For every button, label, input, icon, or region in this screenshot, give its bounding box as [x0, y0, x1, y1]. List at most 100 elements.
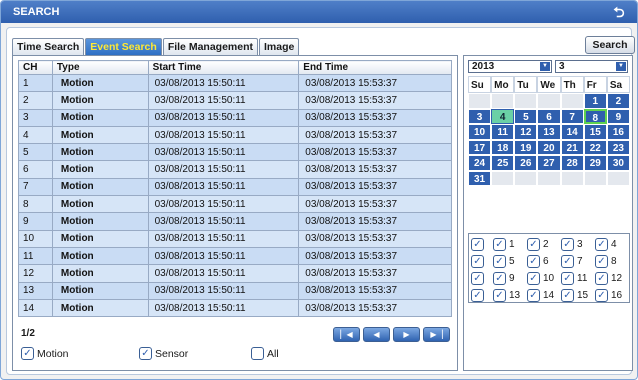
- filter-motion[interactable]: ✓ Motion: [21, 347, 139, 360]
- calendar-day[interactable]: 9: [606, 108, 630, 124]
- back-arrow-icon[interactable]: ⮌: [611, 4, 627, 20]
- table-row[interactable]: 8 Motion 03/08/2013 15:50:11 03/08/2013 15:…: [18, 195, 452, 214]
- calendar-day[interactable]: 28: [560, 155, 584, 171]
- table-row[interactable]: 14 Motion 03/08/2013 15:50:11 03/08/2013 15…: [18, 298, 452, 318]
- skip-last-icon[interactable]: ▶▕: [423, 327, 450, 342]
- tab-file-management[interactable]: File Management: [162, 38, 258, 55]
- calendar-day[interactable]: 30: [606, 155, 630, 171]
- calendar-day[interactable]: 10: [468, 124, 492, 140]
- channel-checkbox-item[interactable]: ✓ 14: [527, 287, 561, 303]
- calendar-day[interactable]: 3: [468, 108, 492, 124]
- column-header-end-time[interactable]: End Time: [298, 60, 452, 75]
- tab-time-search[interactable]: Time Search: [12, 38, 85, 55]
- channel-row-select[interactable]: ✓: [471, 287, 493, 303]
- calendar-day[interactable]: 4: [491, 108, 515, 124]
- channel-checkbox-item[interactable]: ✓ 1: [493, 236, 527, 252]
- channel-checkbox[interactable]: ✓: [595, 254, 608, 268]
- channel-checkbox-item[interactable]: ✓ 9: [493, 270, 527, 286]
- filter-sensor[interactable]: ✓ Sensor: [139, 347, 251, 360]
- channel-row-select[interactable]: ✓: [471, 236, 493, 252]
- table-row[interactable]: 13 Motion 03/08/2013 15:50:11 03/08/2013 15…: [18, 281, 452, 300]
- calendar-day[interactable]: 27: [537, 155, 561, 171]
- calendar-day[interactable]: 7: [560, 108, 584, 124]
- calendar-day[interactable]: 13: [537, 124, 561, 140]
- column-header-type[interactable]: Type: [51, 60, 149, 75]
- channel-checkbox-item[interactable]: ✓ 15: [561, 287, 595, 303]
- calendar-day[interactable]: 16: [606, 124, 630, 140]
- calendar-day[interactable]: 8: [583, 108, 607, 124]
- calendar-day[interactable]: 25: [491, 155, 515, 171]
- calendar-day[interactable]: 22: [583, 139, 607, 155]
- calendar-day[interactable]: 2: [606, 93, 630, 109]
- table-row[interactable]: 6 Motion 03/08/2013 15:50:11 03/08/2013 15:…: [18, 160, 452, 179]
- channel-checkbox[interactable]: ✓: [493, 237, 506, 251]
- tab-event-search[interactable]: Event Search: [85, 38, 162, 55]
- channel-row-select[interactable]: ✓: [471, 253, 493, 269]
- calendar-day[interactable]: 18: [491, 139, 515, 155]
- channel-checkbox[interactable]: ✓: [527, 237, 540, 251]
- channel-checkbox-item[interactable]: ✓ 3: [561, 236, 595, 252]
- channel-checkbox-item[interactable]: ✓ 16: [595, 287, 629, 303]
- tab-image[interactable]: Image: [259, 38, 300, 55]
- calendar-day[interactable]: 20: [537, 139, 561, 155]
- table-row[interactable]: 11 Motion 03/08/2013 15:50:11 03/08/2013 15…: [18, 246, 452, 266]
- checkbox-row-all[interactable]: ✓: [471, 271, 484, 285]
- checkbox-row-all[interactable]: ✓: [471, 288, 484, 302]
- checkbox-row-all[interactable]: ✓: [471, 254, 484, 268]
- calendar-day[interactable]: 12: [514, 124, 538, 140]
- column-header-ch[interactable]: CH: [18, 60, 53, 75]
- calendar-day[interactable]: 17: [468, 139, 492, 155]
- table-row[interactable]: 5 Motion 03/08/2013 15:50:11 03/08/2013 15:…: [18, 143, 452, 162]
- filter-all[interactable]: All: [251, 347, 279, 360]
- calendar-day[interactable]: 21: [560, 139, 584, 155]
- calendar-day[interactable]: 15: [583, 124, 607, 140]
- channel-checkbox-item[interactable]: ✓ 2: [527, 236, 561, 252]
- calendar-day[interactable]: 1: [583, 93, 607, 109]
- calendar-day[interactable]: 31: [468, 170, 492, 186]
- channel-checkbox[interactable]: ✓: [561, 288, 574, 302]
- prev-icon[interactable]: ◀: [363, 327, 390, 342]
- calendar-day[interactable]: 23: [606, 139, 630, 155]
- table-row[interactable]: 3 Motion 03/08/2013 15:50:11 03/08/2013 15:…: [18, 108, 452, 127]
- checkbox-row-all[interactable]: ✓: [471, 237, 484, 251]
- checkbox-all[interactable]: [251, 347, 264, 360]
- year-select[interactable]: 2013 ▼: [468, 60, 552, 73]
- calendar-day[interactable]: 29: [583, 155, 607, 171]
- channel-checkbox-item[interactable]: ✓ 8: [595, 253, 629, 269]
- channel-checkbox[interactable]: ✓: [561, 254, 574, 268]
- calendar-day[interactable]: 11: [491, 124, 515, 140]
- channel-checkbox[interactable]: ✓: [527, 254, 540, 268]
- skip-first-icon[interactable]: ▏◀: [333, 327, 360, 342]
- chevron-down-icon[interactable]: ▼: [616, 62, 626, 71]
- chevron-down-icon[interactable]: ▼: [540, 62, 550, 71]
- calendar-day[interactable]: 5: [514, 108, 538, 124]
- calendar-day[interactable]: 14: [560, 124, 584, 140]
- channel-checkbox[interactable]: ✓: [595, 271, 608, 285]
- channel-checkbox-item[interactable]: ✓ 7: [561, 253, 595, 269]
- calendar-day[interactable]: 6: [537, 108, 561, 124]
- table-row[interactable]: 9 Motion 03/08/2013 15:50:11 03/08/2013 15:…: [18, 212, 452, 231]
- channel-checkbox-item[interactable]: ✓ 10: [527, 270, 561, 286]
- table-row[interactable]: 4 Motion 03/08/2013 15:50:11 03/08/2013 15:…: [18, 125, 452, 145]
- table-row[interactable]: 12 Motion 03/08/2013 15:50:11 03/08/2013 15…: [18, 264, 452, 283]
- calendar-day[interactable]: 26: [514, 155, 538, 171]
- table-row[interactable]: 7 Motion 03/08/2013 15:50:11 03/08/2013 15:…: [18, 177, 452, 197]
- channel-checkbox[interactable]: ✓: [493, 254, 506, 268]
- table-row[interactable]: 2 Motion 03/08/2013 15:50:11 03/08/2013 15:…: [18, 91, 452, 110]
- channel-checkbox[interactable]: ✓: [527, 271, 540, 285]
- search-button[interactable]: Search: [585, 36, 635, 54]
- channel-checkbox-item[interactable]: ✓ 4: [595, 236, 629, 252]
- checkbox-motion[interactable]: ✓: [21, 347, 34, 360]
- channel-checkbox[interactable]: ✓: [561, 237, 574, 251]
- channel-checkbox[interactable]: ✓: [493, 271, 506, 285]
- channel-checkbox-item[interactable]: ✓ 5: [493, 253, 527, 269]
- channel-checkbox-item[interactable]: ✓ 12: [595, 270, 629, 286]
- channel-checkbox[interactable]: ✓: [561, 271, 574, 285]
- channel-checkbox-item[interactable]: ✓ 13: [493, 287, 527, 303]
- column-header-start-time[interactable]: Start Time: [147, 60, 300, 75]
- channel-row-select[interactable]: ✓: [471, 270, 493, 286]
- month-select[interactable]: 3 ▼: [555, 60, 628, 73]
- channel-checkbox-item[interactable]: ✓ 11: [561, 270, 595, 286]
- checkbox-sensor[interactable]: ✓: [139, 347, 152, 360]
- calendar-day[interactable]: 24: [468, 155, 492, 171]
